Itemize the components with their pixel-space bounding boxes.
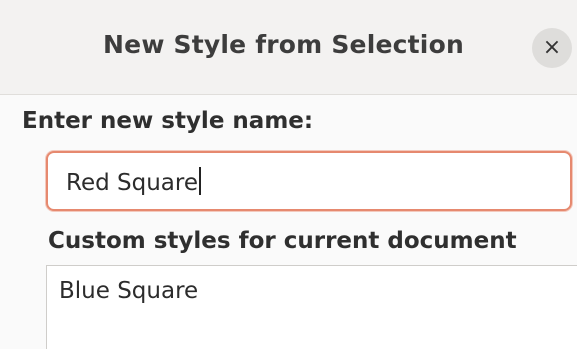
style-name-label: Enter new style name: (22, 108, 314, 134)
style-name-input[interactable]: Red Square (46, 151, 572, 211)
text-caret (198, 167, 201, 195)
custom-styles-label: Custom styles for current document (48, 228, 517, 254)
dialog-body: Enter new style name: Red Square Custom … (0, 95, 577, 349)
close-button[interactable]: × (532, 28, 572, 68)
new-style-dialog: New Style from Selection × Enter new sty… (0, 0, 577, 349)
style-name-value: Red Square (66, 167, 201, 196)
dialog-titlebar: New Style from Selection × (0, 0, 577, 95)
list-item[interactable]: Blue Square (59, 278, 198, 304)
dialog-title: New Style from Selection (103, 30, 464, 59)
custom-styles-list[interactable]: Blue Square (46, 265, 577, 349)
close-icon: × (542, 35, 562, 60)
